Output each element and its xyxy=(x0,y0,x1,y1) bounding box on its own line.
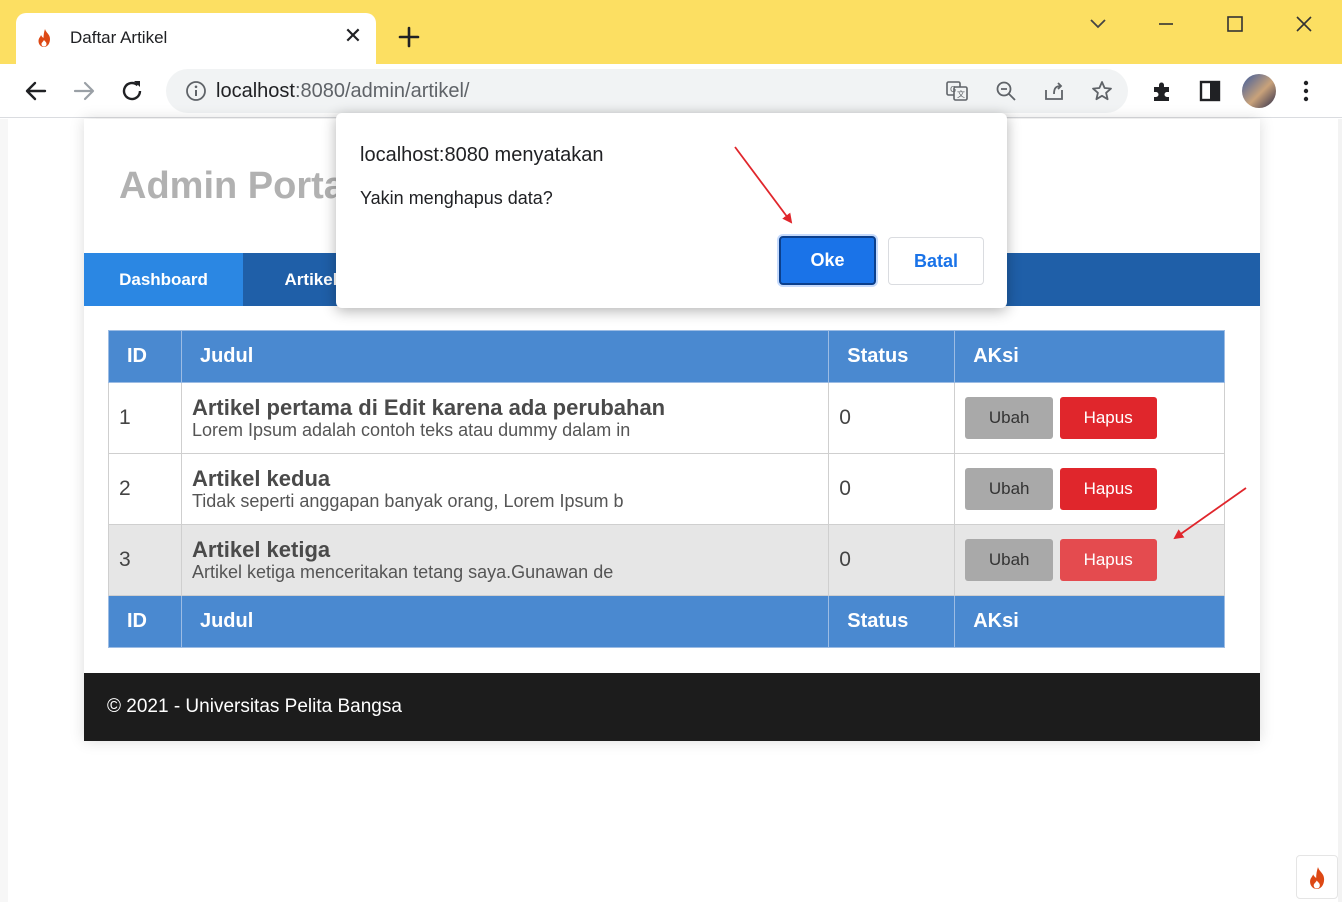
row-status: 0 xyxy=(828,453,956,525)
cancel-button[interactable]: Batal xyxy=(888,237,984,285)
table-header-row: ID Judul Status AKsi xyxy=(108,330,1225,383)
site-info-icon[interactable] xyxy=(185,80,207,102)
forward-arrow-icon[interactable] xyxy=(70,77,98,105)
row-actions: Ubah Hapus xyxy=(954,382,1225,454)
footer-judul: Judul xyxy=(180,595,830,648)
debug-toolbar-badge[interactable] xyxy=(1296,855,1338,899)
row-article: Artikel kedua Tidak seperti anggapan ban… xyxy=(180,453,830,525)
edit-button[interactable]: Ubah xyxy=(965,468,1054,510)
article-title: Artikel pertama di Edit karena ada perub… xyxy=(191,395,666,420)
flame-favicon-icon xyxy=(38,29,50,47)
header-id: ID xyxy=(108,330,182,383)
article-title: Artikel ketiga xyxy=(191,537,331,562)
url-text: localhost:8080/admin/artikel/ xyxy=(216,80,470,102)
tab-search-chevron-icon[interactable] xyxy=(1084,10,1112,38)
table-row: 2 Artikel kedua Tidak seperti anggapan b… xyxy=(108,453,1225,525)
edit-button[interactable]: Ubah xyxy=(965,539,1054,581)
dialog-title: localhost:8080 menyatakan xyxy=(360,144,604,166)
article-snippet: Lorem Ipsum adalah contoh teks atau dumm… xyxy=(191,420,631,440)
table-row: 3 Artikel ketiga Artikel ketiga mencerit… xyxy=(108,524,1225,596)
site-title: Admin Portal xyxy=(119,165,356,207)
header-status: Status xyxy=(828,330,956,383)
svg-text:文: 文 xyxy=(957,89,965,99)
table-row: 1 Artikel pertama di Edit karena ada per… xyxy=(108,382,1225,454)
browser-toolbar: localhost:8080/admin/artikel/ G 文 xyxy=(0,64,1342,118)
side-panel-icon[interactable] xyxy=(1197,78,1223,104)
tab-daftar-artikel[interactable]: Daftar Artikel ✕ xyxy=(16,13,376,64)
bookmark-star-icon[interactable] xyxy=(1090,79,1114,103)
article-title: Artikel kedua xyxy=(191,466,331,491)
scrollbar-track[interactable] xyxy=(1338,119,1342,902)
background-window-strip xyxy=(0,119,8,902)
nav-item-dashboard[interactable]: Dashboard xyxy=(84,253,243,306)
article-snippet: Artikel ketiga menceritakan tetang saya.… xyxy=(191,562,614,582)
reload-icon[interactable] xyxy=(118,77,146,105)
close-window-icon[interactable] xyxy=(1290,10,1318,38)
row-id: 2 xyxy=(108,453,182,525)
delete-button[interactable]: Hapus xyxy=(1059,397,1157,439)
zoom-out-icon[interactable] xyxy=(994,79,1018,103)
row-status: 0 xyxy=(828,382,956,454)
svg-text:G: G xyxy=(950,85,956,94)
row-status: 0 xyxy=(828,524,956,596)
tab-strip: Daftar Artikel ✕ xyxy=(0,0,1342,64)
articles-table: ID Judul Status AKsi 1 Artikel pertama d… xyxy=(108,330,1225,648)
header-aksi: AKsi xyxy=(954,330,1225,383)
edit-button[interactable]: Ubah xyxy=(965,397,1054,439)
translate-icon[interactable]: G 文 xyxy=(945,79,969,103)
article-snippet: Tidak seperti anggapan banyak orang, Lor… xyxy=(191,491,624,511)
row-article: Artikel ketiga Artikel ketiga menceritak… xyxy=(180,524,830,596)
header-judul: Judul xyxy=(180,330,830,383)
confirm-dialog: localhost:8080 menyatakan Yakin menghapu… xyxy=(336,113,1007,308)
browser-window: Daftar Artikel ✕ localhost:8080/admin/ar… xyxy=(0,0,1342,902)
tab-close-icon[interactable]: ✕ xyxy=(342,25,364,47)
footer-id: ID xyxy=(108,595,182,648)
maximize-icon[interactable] xyxy=(1221,10,1249,38)
more-menu-icon[interactable] xyxy=(1293,78,1319,104)
delete-button[interactable]: Hapus xyxy=(1059,539,1157,581)
minimize-icon[interactable] xyxy=(1152,10,1180,38)
profile-avatar[interactable] xyxy=(1242,74,1276,108)
site-footer: © 2021 - Universitas Pelita Bangsa xyxy=(84,673,1260,741)
address-bar[interactable]: localhost:8080/admin/artikel/ G 文 xyxy=(166,69,1128,113)
footer-status: Status xyxy=(828,595,956,648)
row-actions: Ubah Hapus xyxy=(954,524,1225,596)
dialog-message: Yakin menghapus data? xyxy=(360,188,553,208)
row-actions: Ubah Hapus xyxy=(954,453,1225,525)
footer-aksi: AKsi xyxy=(954,595,1225,648)
back-arrow-icon[interactable] xyxy=(22,77,50,105)
share-icon[interactable] xyxy=(1042,79,1066,103)
row-id: 1 xyxy=(108,382,182,454)
row-id: 3 xyxy=(108,524,182,596)
ok-button[interactable]: Oke xyxy=(779,236,876,285)
extensions-puzzle-icon[interactable] xyxy=(1149,78,1175,104)
row-article: Artikel pertama di Edit karena ada perub… xyxy=(180,382,830,454)
flame-logo-icon xyxy=(1310,867,1325,889)
delete-button[interactable]: Hapus xyxy=(1059,468,1157,510)
tab-title: Daftar Artikel xyxy=(70,28,168,47)
new-tab-plus-icon[interactable] xyxy=(396,24,422,50)
table-footer-row: ID Judul Status AKsi xyxy=(108,595,1225,648)
